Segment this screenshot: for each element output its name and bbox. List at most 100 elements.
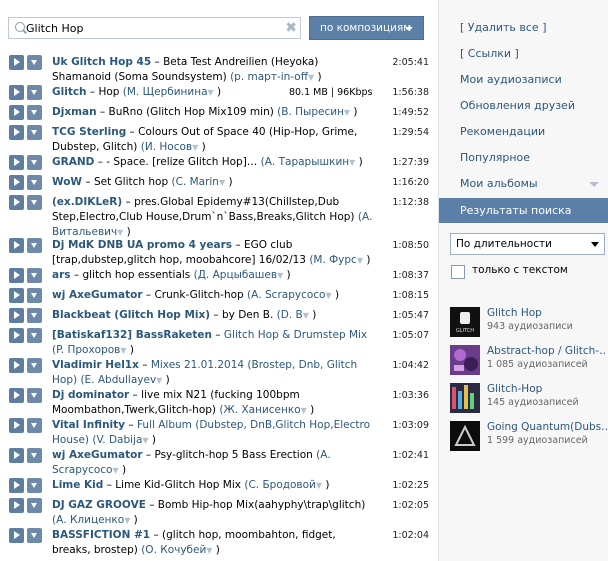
track-title[interactable]: DJ GAZ GROOVE – Bomb Hip-hop Mix(aahyphy…: [52, 498, 377, 528]
group-avatar: GLITCH: [450, 307, 480, 337]
track-title[interactable]: Dj MdK DNB UA promo 4 years – EGO club […: [52, 238, 377, 268]
track-duration: 1:49:52: [392, 107, 429, 118]
track-duration: 1:08:15: [392, 290, 429, 301]
search-results-panel: ✖ по композициям Uk Glitch Hop 45 – Beta…: [0, 0, 438, 561]
add-menu-icon[interactable]: [27, 238, 42, 253]
add-menu-icon[interactable]: [27, 358, 42, 373]
play-icon[interactable]: [9, 85, 24, 100]
play-icon[interactable]: [9, 55, 24, 70]
sidebar-link-friends-updates[interactable]: Обновления друзей: [460, 99, 575, 112]
only-text-label: только с текстом: [472, 264, 568, 276]
play-icon[interactable]: [9, 528, 24, 543]
track-title[interactable]: [Batiskaf132] BassRaketen – Glitch Hop &…: [52, 328, 377, 358]
track-title[interactable]: Vladimir Hel1x – Mixes 21.01.2014 (Brost…: [52, 358, 377, 388]
group-item[interactable]: GLITCH Glitch Hop 943 аудиозаписи: [450, 307, 608, 339]
track-duration: 1:05:47: [392, 310, 429, 321]
play-icon[interactable]: [9, 328, 24, 343]
play-icon[interactable]: [9, 388, 24, 403]
chevron-down-icon[interactable]: [589, 182, 599, 187]
clear-icon[interactable]: ✖: [285, 20, 297, 36]
add-menu-icon[interactable]: [27, 528, 42, 543]
add-menu-icon[interactable]: [27, 328, 42, 343]
track-duration: 1:05:07: [392, 330, 429, 341]
track-title[interactable]: Uk Glitch Hop 45 – Beta Test Andreilien …: [52, 55, 377, 85]
track-title[interactable]: (ex.DIKLeR) – pres.Global Epidemy#13(Chi…: [52, 195, 377, 240]
group-avatar: [450, 345, 480, 375]
search-mode-button[interactable]: по композициям: [309, 16, 424, 40]
play-icon[interactable]: [9, 358, 24, 373]
sidebar-link-my-audio[interactable]: Мои аудиозаписи: [460, 73, 562, 86]
group-item[interactable]: Going Quantum(Dubs… 1 599 аудиозаписей: [450, 421, 608, 453]
track-title[interactable]: BASSFICTION #1 – (glitch hop, moombahton…: [52, 528, 377, 558]
group-name[interactable]: Going Quantum(Dubs…: [487, 421, 607, 433]
add-menu-icon[interactable]: [27, 478, 42, 493]
play-icon[interactable]: [9, 125, 24, 140]
track-title[interactable]: Vital Infinity – Full Album (Dubstep, Dn…: [52, 418, 377, 448]
add-menu-icon[interactable]: [27, 195, 42, 210]
group-name[interactable]: Abstract-hop / Glitch-…: [487, 345, 607, 357]
play-icon[interactable]: [9, 105, 24, 120]
group-name[interactable]: Glitch-Hop: [487, 383, 607, 395]
play-icon[interactable]: [9, 308, 24, 323]
track-title[interactable]: WoW – Set Glitch hop (С. Marin▼ ): [52, 175, 377, 190]
add-menu-icon[interactable]: [27, 308, 42, 323]
add-menu-icon[interactable]: [27, 448, 42, 463]
play-icon[interactable]: [9, 418, 24, 433]
group-name[interactable]: Glitch Hop: [487, 307, 607, 319]
play-icon[interactable]: [9, 478, 24, 493]
track-duration: 1:08:37: [392, 270, 429, 281]
sidebar-link-my-albums[interactable]: Мои альбомы: [460, 177, 538, 190]
add-menu-icon[interactable]: [27, 155, 42, 170]
only-text-checkbox[interactable]: [451, 265, 465, 279]
track-title[interactable]: ars – glitch hop essentials (Д. Арцыбаше…: [52, 268, 377, 283]
track-title[interactable]: TCG Sterling – Colours Out of Space 40 (…: [52, 125, 377, 155]
add-menu-icon[interactable]: [27, 105, 42, 120]
sidebar-item-search-results[interactable]: Результаты поиска: [439, 198, 608, 223]
track-duration: 1:03:36: [392, 390, 429, 401]
search-input[interactable]: [26, 20, 276, 36]
play-icon[interactable]: [9, 448, 24, 463]
track-title[interactable]: Glitch – Hop (М. Щербинина▼ ): [52, 85, 252, 100]
track-title[interactable]: Djxman – BuRno (Glitch Hop Mix109 min) (…: [52, 105, 377, 120]
search-box[interactable]: ✖: [8, 17, 301, 39]
track-title[interactable]: wj AxeGumator – Crunk-Glitch-hop (А. Scr…: [52, 288, 377, 303]
track-duration: 1:03:09: [392, 420, 429, 431]
play-icon[interactable]: [9, 155, 24, 170]
play-icon[interactable]: [9, 238, 24, 253]
add-menu-icon[interactable]: [27, 418, 42, 433]
add-menu-icon[interactable]: [27, 85, 42, 100]
sidebar-link-popular[interactable]: Популярное: [460, 151, 530, 164]
chevron-down-icon: [591, 242, 599, 247]
add-menu-icon[interactable]: [27, 498, 42, 513]
play-icon[interactable]: [9, 268, 24, 283]
track-duration: 1:04:42: [392, 360, 429, 371]
track-title[interactable]: Dj dominator – live mix N21 (fucking 100…: [52, 388, 377, 418]
play-icon[interactable]: [9, 498, 24, 513]
search-mode-label: по композициям: [320, 22, 412, 34]
add-menu-icon[interactable]: [27, 175, 42, 190]
play-icon[interactable]: [9, 195, 24, 210]
add-menu-icon[interactable]: [27, 125, 42, 140]
track-duration: 1:12:38: [392, 197, 429, 208]
sort-select[interactable]: По длительности: [450, 233, 605, 255]
add-menu-icon[interactable]: [27, 388, 42, 403]
track-title[interactable]: Lime Kid – Lime Kid-Glitch Hop Mix (С. Б…: [52, 478, 377, 493]
chevron-down-icon: [405, 27, 413, 31]
add-menu-icon[interactable]: [27, 55, 42, 70]
group-item[interactable]: Abstract-hop / Glitch-… 1 085 аудиозапис…: [450, 345, 608, 377]
track-title[interactable]: wj AxeGumator – Psy-glitch-hop 5 Bass Er…: [52, 448, 377, 478]
search-icon: [15, 22, 25, 32]
track-duration: 1:02:25: [392, 480, 429, 491]
track-duration: 1:56:38: [392, 87, 429, 98]
sidebar-link-recommendations[interactable]: Рекомендации: [460, 125, 545, 138]
track-title[interactable]: GRAND – - Space. [relize Glitch Hop]… (А…: [52, 155, 377, 170]
play-icon[interactable]: [9, 288, 24, 303]
play-icon[interactable]: [9, 175, 24, 190]
add-menu-icon[interactable]: [27, 288, 42, 303]
sidebar-link-links[interactable]: [ Ссылки ]: [460, 47, 519, 60]
add-menu-icon[interactable]: [27, 268, 42, 283]
sidebar-link-delete-all[interactable]: [ Удалить все ]: [460, 21, 547, 34]
group-item[interactable]: Glitch-Hop 145 аудиозаписей: [450, 383, 608, 415]
track-duration: 1:02:41: [392, 450, 429, 461]
track-title[interactable]: Blackbeat (Glitch Hop Mix) – by Den B. (…: [52, 308, 377, 323]
